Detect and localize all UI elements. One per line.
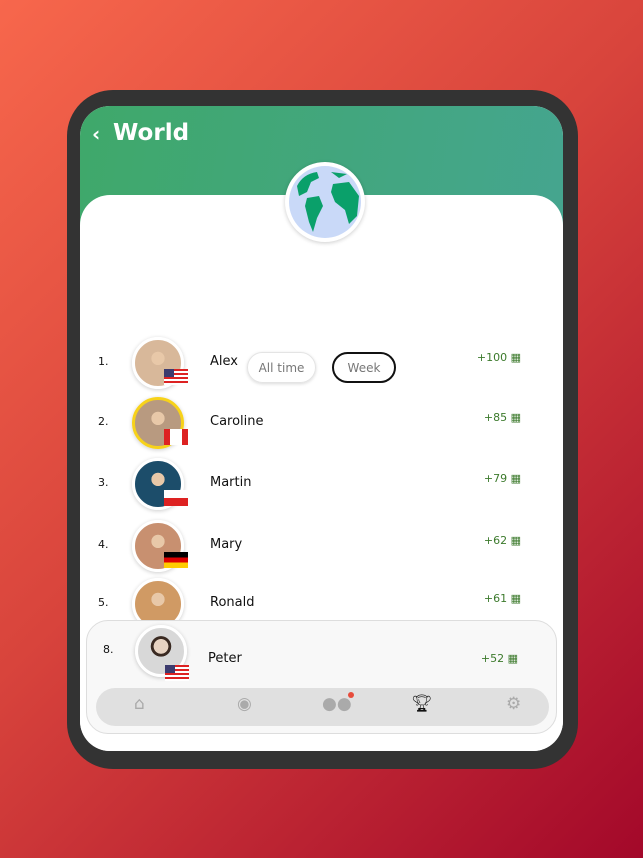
settings-icon[interactable]: ⚙ — [506, 694, 521, 714]
page-title: World — [113, 120, 190, 146]
points: +100 ▦ — [476, 351, 521, 364]
cash-icon: ▦ — [510, 351, 521, 364]
points: +61 ▦ — [483, 592, 521, 605]
chat-icon[interactable]: ◉ — [237, 694, 252, 714]
points: +52 ▦ — [480, 652, 518, 665]
friends-icon[interactable]: ●● — [322, 692, 354, 714]
home-icon[interactable]: ⌂ — [134, 694, 145, 714]
chevron-left-icon[interactable]: ‹ — [92, 122, 100, 146]
bottom-nav: ⌂ ◉ ●● 🏆︎ ⚙ — [96, 688, 549, 726]
trophy-icon[interactable]: 🏆︎ — [411, 694, 433, 714]
globe-icon — [285, 162, 365, 242]
user-name: Caroline — [210, 414, 264, 429]
rank: 5. — [98, 596, 109, 609]
cash-icon: ▦ — [510, 411, 521, 424]
flag-ca-icon — [164, 429, 188, 445]
screen: ‹ World All time Week 1. Alex +100 ▦ 2. C… — [80, 106, 563, 751]
user-name: Ronald — [210, 595, 255, 610]
notification-dot — [347, 692, 354, 698]
leaderboard-row[interactable]: 2. Caroline +85 ▦ — [80, 395, 563, 451]
rank: 2. — [98, 415, 109, 428]
flag-pl-icon — [164, 490, 188, 506]
rank: 3. — [98, 476, 109, 489]
user-name: Mary — [210, 537, 243, 552]
leaderboard-row[interactable]: 4. Mary +62 ▦ — [80, 518, 563, 574]
leaderboard-row[interactable]: 1. Alex +100 ▦ — [80, 335, 563, 391]
cash-icon: ▦ — [507, 652, 518, 665]
rank: 4. — [98, 538, 109, 551]
rank: 8. — [103, 643, 114, 656]
flag-us-icon — [164, 369, 188, 385]
flag-de-icon — [164, 552, 188, 568]
user-name: Peter — [208, 651, 242, 666]
user-name: Alex — [210, 354, 238, 369]
cash-icon: ▦ — [510, 472, 521, 485]
points: +79 ▦ — [483, 472, 521, 485]
cash-icon: ▦ — [510, 592, 521, 605]
current-user-card: 8. Peter +52 ▦ ⌂ ◉ ●● 🏆︎ ⚙ — [86, 620, 557, 734]
leaderboard-row[interactable]: 3. Martin +79 ▦ — [80, 456, 563, 512]
rank: 1. — [98, 355, 109, 368]
cash-icon: ▦ — [510, 534, 521, 547]
points: +85 ▦ — [483, 411, 521, 424]
current-user-row[interactable]: 8. Peter +52 ▦ — [87, 623, 556, 681]
points: +62 ▦ — [483, 534, 521, 547]
user-name: Martin — [210, 475, 252, 490]
flag-us-icon — [165, 665, 189, 681]
